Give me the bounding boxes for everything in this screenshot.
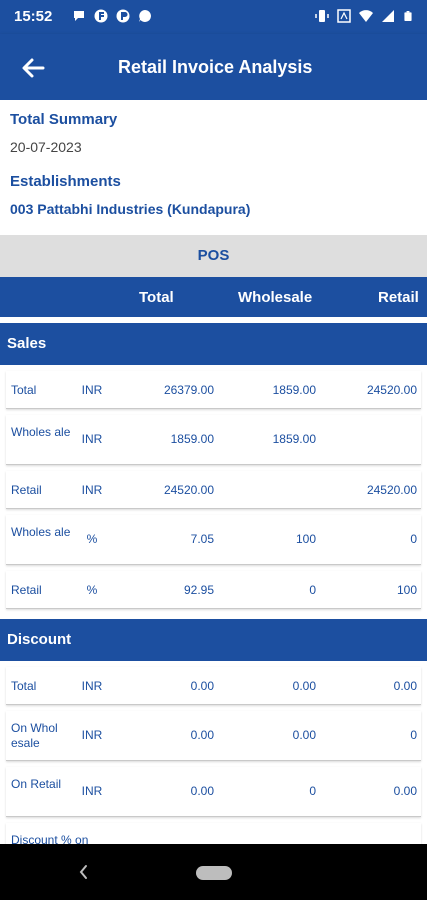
row-label: On Whol esale	[11, 721, 58, 750]
system-navigation-bar	[0, 844, 427, 900]
row-retail-value: 0	[410, 532, 417, 546]
discount-section-header: Discount	[0, 619, 427, 661]
row-unit: INR	[81, 483, 103, 497]
establishments-label: Establishments	[10, 173, 121, 190]
row-unit: %	[86, 583, 98, 597]
row-label: Total	[11, 383, 37, 397]
row-retail-value: 0.00	[393, 679, 417, 693]
column-total: Total	[139, 289, 174, 306]
row-label: Retail	[11, 483, 42, 497]
row-retail-value: 24520.00	[366, 383, 417, 397]
nav-home-icon[interactable]	[196, 866, 232, 880]
row-total-value: 0.00	[190, 728, 214, 742]
summary-date: 20-07-2023	[10, 139, 82, 155]
row-wholesale-value: 0.00	[292, 728, 316, 742]
row-unit: INR	[81, 432, 103, 446]
total-summary-label: Total Summary	[10, 111, 118, 128]
row-label: Total	[11, 679, 37, 693]
row-retail-value: 0.00	[393, 784, 417, 798]
row-retail-value: 0	[410, 728, 417, 742]
chat-icon	[139, 10, 151, 22]
row-total-value: 92.95	[183, 583, 214, 597]
table-row: Retail INR 24520.00 24520.00	[6, 471, 421, 509]
row-wholesale-value: 0.00	[292, 679, 316, 693]
row-retail-value: 24520.00	[366, 483, 417, 497]
pos-header: POS	[0, 235, 427, 277]
table-row: On Retail INR 0.00 0 0.00	[6, 767, 421, 817]
table-row: Wholes ale INR 1859.00 1859.00	[6, 415, 421, 465]
table-row: Total INR 0.00 0.00 0.00	[6, 667, 421, 705]
wifi-icon	[359, 10, 373, 22]
chat-bubble-icon	[74, 11, 84, 21]
status-bar: 15:52	[0, 0, 427, 34]
row-label: Wholes ale	[11, 425, 71, 439]
app-bar: Retail Invoice Analysis	[0, 34, 427, 100]
row-wholesale-value: 0	[309, 583, 316, 597]
row-total-value: 0.00	[190, 679, 214, 693]
row-unit: INR	[81, 728, 103, 742]
row-unit: %	[86, 532, 98, 546]
row-wholesale-value: 100	[295, 532, 316, 546]
status-notification-icons	[72, 9, 152, 23]
nav-back-icon[interactable]	[76, 862, 90, 882]
vibrate-icon	[315, 10, 329, 22]
table-row: Retail % 92.95 0 100	[6, 571, 421, 609]
signal-icon	[382, 10, 394, 22]
column-header-row: Total Wholesale Retail	[0, 277, 427, 317]
row-total-value: 26379.00	[163, 383, 214, 397]
flipkart-icon	[116, 9, 130, 23]
row-total-value: 7.05	[190, 532, 214, 546]
status-system-icons	[315, 9, 413, 23]
row-unit: INR	[81, 383, 103, 397]
row-label: Retail	[11, 583, 42, 597]
table-row: Total INR 26379.00 1859.00 24520.00	[6, 371, 421, 409]
column-wholesale: Wholesale	[238, 289, 313, 306]
table-row: On Whol esale INR 0.00 0.00 0	[6, 711, 421, 761]
row-label: Discount % on	[11, 833, 89, 844]
row-retail-value: 100	[396, 583, 417, 597]
row-wholesale-value: 1859.00	[272, 432, 316, 446]
row-unit: INR	[81, 784, 103, 798]
summary-panel: Total Summary 20-07-2023 Establishments …	[0, 100, 427, 235]
row-total-value: 1859.00	[170, 432, 214, 446]
data-saver-icon	[337, 9, 351, 23]
sales-section-header: Sales	[0, 323, 427, 365]
battery-icon	[404, 11, 412, 21]
flipkart-icon	[94, 9, 108, 23]
status-time: 15:52	[14, 8, 53, 25]
row-unit: INR	[81, 679, 103, 693]
page-title: Retail Invoice Analysis	[118, 57, 313, 77]
row-wholesale-value: 0	[309, 784, 316, 798]
row-label: Wholes ale	[11, 525, 71, 539]
table-row: Wholes ale % 7.05 100 0	[6, 515, 421, 565]
back-arrow-icon[interactable]	[18, 53, 48, 83]
row-label: On Retail	[11, 777, 62, 791]
row-total-value: 0.00	[190, 784, 214, 798]
analysis-list[interactable]: Sales Total INR 26379.00 1859.00 24520.0…	[0, 317, 427, 844]
establishment-name: 003 Pattabhi Industries (Kundapura)	[10, 201, 251, 217]
column-retail: Retail	[378, 289, 419, 306]
table-row: Discount % on	[6, 823, 421, 844]
row-total-value: 24520.00	[163, 483, 214, 497]
row-wholesale-value: 1859.00	[272, 383, 316, 397]
